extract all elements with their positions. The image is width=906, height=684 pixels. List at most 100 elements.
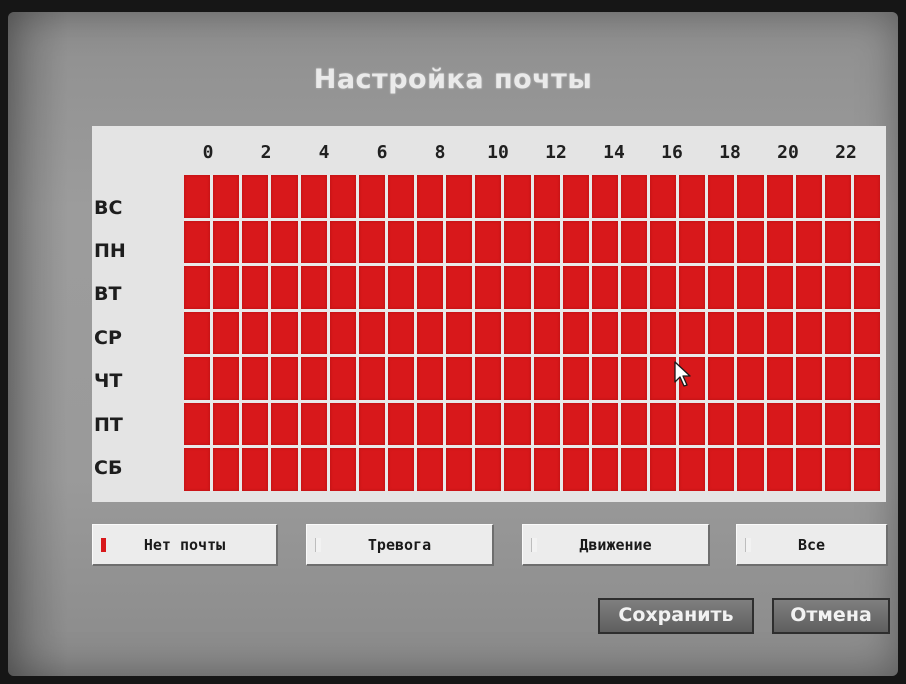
schedule-cell[interactable] — [446, 220, 473, 264]
schedule-cell[interactable] — [271, 175, 298, 218]
schedule-cell[interactable] — [387, 175, 414, 218]
schedule-cell[interactable] — [475, 220, 502, 264]
schedule-cell[interactable] — [562, 311, 589, 355]
schedule-cell[interactable] — [242, 175, 269, 218]
schedule-cell[interactable] — [533, 266, 560, 309]
schedule-cell[interactable] — [562, 357, 589, 400]
legend-alarm-button[interactable]: Тревога — [306, 524, 494, 566]
schedule-cell[interactable] — [708, 311, 735, 355]
schedule-cell[interactable] — [358, 357, 385, 400]
schedule-cell[interactable] — [271, 357, 298, 400]
schedule-cell[interactable] — [737, 448, 764, 491]
schedule-cell[interactable] — [766, 175, 793, 218]
schedule-cell[interactable] — [708, 448, 735, 491]
schedule-cell[interactable] — [795, 448, 822, 491]
schedule-cell[interactable] — [824, 357, 851, 400]
schedule-cell[interactable] — [504, 402, 531, 446]
schedule-cell[interactable] — [417, 175, 444, 218]
schedule-cell[interactable] — [591, 266, 618, 309]
schedule-cell[interactable] — [417, 448, 444, 491]
schedule-cell[interactable] — [446, 402, 473, 446]
schedule-cell[interactable] — [329, 311, 356, 355]
schedule-cell[interactable] — [708, 175, 735, 218]
schedule-cell[interactable] — [766, 357, 793, 400]
schedule-cell[interactable] — [213, 175, 240, 218]
schedule-cell[interactable] — [387, 266, 414, 309]
legend-motion-button[interactable]: Движение — [522, 524, 710, 566]
schedule-cell[interactable] — [300, 175, 327, 218]
schedule-cell[interactable] — [329, 266, 356, 309]
schedule-cell[interactable] — [242, 448, 269, 491]
schedule-cell[interactable] — [824, 266, 851, 309]
schedule-cell[interactable] — [591, 311, 618, 355]
schedule-cell[interactable] — [737, 220, 764, 264]
schedule-cell[interactable] — [242, 357, 269, 400]
schedule-cell[interactable] — [591, 357, 618, 400]
schedule-cell[interactable] — [358, 448, 385, 491]
schedule-cell[interactable] — [300, 311, 327, 355]
save-button[interactable]: Сохранить — [598, 598, 754, 634]
schedule-cell[interactable] — [242, 402, 269, 446]
schedule-cell[interactable] — [824, 448, 851, 491]
schedule-cell[interactable] — [824, 402, 851, 446]
schedule-cell[interactable] — [708, 357, 735, 400]
schedule-cell[interactable] — [853, 311, 880, 355]
schedule-cell[interactable] — [358, 311, 385, 355]
schedule-cell[interactable] — [737, 266, 764, 309]
schedule-cell[interactable] — [679, 311, 706, 355]
schedule-cell[interactable] — [387, 402, 414, 446]
schedule-cell[interactable] — [795, 220, 822, 264]
schedule-cell[interactable] — [795, 402, 822, 446]
schedule-cell[interactable] — [533, 175, 560, 218]
schedule-cell[interactable] — [650, 175, 677, 218]
schedule-cell[interactable] — [504, 311, 531, 355]
schedule-cell[interactable] — [184, 175, 211, 218]
schedule-cell[interactable] — [387, 357, 414, 400]
schedule-cell[interactable] — [591, 402, 618, 446]
schedule-cell[interactable] — [271, 402, 298, 446]
schedule-cell[interactable] — [300, 266, 327, 309]
schedule-cell[interactable] — [679, 402, 706, 446]
schedule-cell[interactable] — [387, 448, 414, 491]
schedule-cell[interactable] — [475, 357, 502, 400]
schedule-cell[interactable] — [184, 266, 211, 309]
schedule-cell[interactable] — [679, 175, 706, 218]
schedule-cell[interactable] — [300, 220, 327, 264]
schedule-cell[interactable] — [271, 220, 298, 264]
schedule-cell[interactable] — [358, 220, 385, 264]
schedule-cell[interactable] — [417, 266, 444, 309]
schedule-cell[interactable] — [737, 311, 764, 355]
schedule-cell[interactable] — [679, 220, 706, 264]
schedule-cell[interactable] — [242, 220, 269, 264]
schedule-cell[interactable] — [650, 448, 677, 491]
schedule-cell[interactable] — [533, 448, 560, 491]
schedule-cell[interactable] — [329, 175, 356, 218]
schedule-cell[interactable] — [853, 220, 880, 264]
schedule-cell[interactable] — [853, 175, 880, 218]
schedule-cell[interactable] — [562, 175, 589, 218]
schedule-cell[interactable] — [562, 220, 589, 264]
schedule-cell[interactable] — [213, 220, 240, 264]
schedule-cell[interactable] — [475, 266, 502, 309]
schedule-cell[interactable] — [271, 266, 298, 309]
schedule-cell[interactable] — [737, 357, 764, 400]
schedule-cell[interactable] — [329, 448, 356, 491]
schedule-cell[interactable] — [591, 448, 618, 491]
schedule-cell[interactable] — [620, 402, 647, 446]
schedule-cell[interactable] — [504, 448, 531, 491]
schedule-cell[interactable] — [737, 175, 764, 218]
schedule-cell[interactable] — [650, 266, 677, 309]
schedule-cell[interactable] — [708, 220, 735, 264]
schedule-cell[interactable] — [620, 311, 647, 355]
schedule-cell[interactable] — [620, 220, 647, 264]
schedule-cell[interactable] — [533, 311, 560, 355]
schedule-cell[interactable] — [358, 175, 385, 218]
schedule-cell[interactable] — [358, 402, 385, 446]
schedule-cell[interactable] — [824, 175, 851, 218]
schedule-cell[interactable] — [679, 448, 706, 491]
schedule-cell[interactable] — [562, 266, 589, 309]
schedule-cell[interactable] — [417, 402, 444, 446]
schedule-cell[interactable] — [358, 266, 385, 309]
schedule-cell[interactable] — [620, 357, 647, 400]
schedule-cell[interactable] — [446, 448, 473, 491]
